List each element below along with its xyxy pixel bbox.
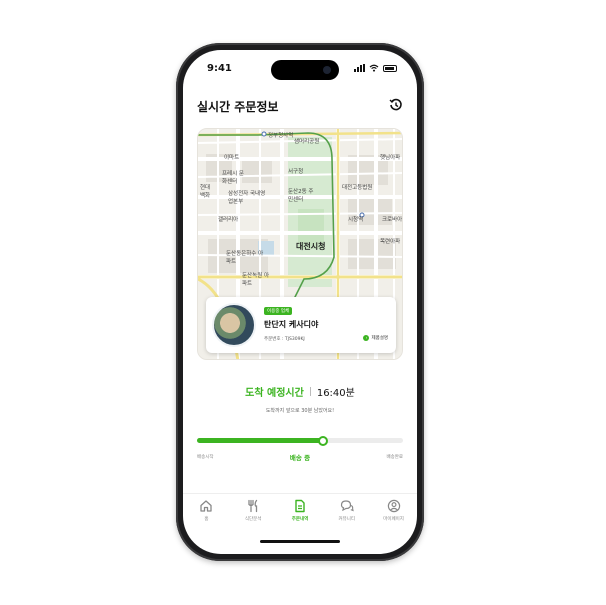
status-time: 9:41 bbox=[207, 63, 232, 74]
tab-my-page[interactable]: 마이페이지 bbox=[370, 494, 417, 533]
status-icons bbox=[354, 64, 397, 72]
fork-knife-icon bbox=[248, 499, 258, 513]
map-label: 삼성전자 국내영업본부 bbox=[228, 191, 266, 205]
tab-label: 식단분석 bbox=[244, 517, 262, 522]
page-header: 실시간 주문정보 bbox=[183, 94, 417, 118]
user-icon bbox=[387, 499, 400, 513]
map-label: 서구청 bbox=[288, 169, 304, 175]
phone-frame: 9:41 실시간 주문정보 정부청사역 이마트 프레시 문화센터 삼성전자 국내… bbox=[176, 43, 424, 561]
map-label: 둔산2동 주민센터 bbox=[288, 189, 314, 203]
dynamic-island bbox=[271, 60, 339, 80]
tab-diet-analysis[interactable]: 식단분석 bbox=[230, 494, 277, 533]
map-label: 갤러리아 bbox=[218, 217, 239, 223]
map-label: 대전시청 bbox=[296, 242, 326, 251]
tab-label: 주문내역 bbox=[291, 517, 309, 522]
signal-icon bbox=[354, 64, 365, 72]
eta-time: 16:40분 bbox=[316, 388, 355, 399]
eta-section: 도착 예정시간 16:40분 도착까지 앞으로 30분 남았어요! bbox=[183, 384, 417, 414]
battery-icon bbox=[383, 64, 397, 72]
map-label: 시청역 bbox=[348, 217, 364, 223]
map-label: 대전고등법원 bbox=[342, 185, 373, 191]
step-start: 배송시작 bbox=[197, 455, 214, 460]
order-card[interactable]: 이용중 업체 탄단지 케사디야 주문번호 : TJS309KJ › 제품설명 bbox=[206, 297, 396, 353]
map-label: 프레시 문화센터 bbox=[222, 171, 244, 185]
order-number: 주문번호 : TJS309KJ bbox=[264, 337, 305, 342]
app-screen: 9:41 실시간 주문정보 정부청사역 이마트 프레시 문화센터 삼성전자 국내… bbox=[183, 50, 417, 554]
progress-knob bbox=[317, 436, 328, 446]
home-icon bbox=[200, 500, 213, 512]
divider bbox=[309, 387, 311, 396]
bottom-tab-bar: 홈 식단분석 주문내역 커뮤니티 마이페이지 bbox=[183, 493, 417, 533]
eta-label: 도착 예정시간 bbox=[245, 388, 304, 399]
progress-steps: 배송시작 배송 중 배송완료 bbox=[197, 452, 403, 464]
tab-label: 홈 bbox=[204, 517, 209, 522]
delivery-progress bbox=[197, 436, 403, 446]
map-label: 둔산동은하수 아파트 bbox=[226, 251, 264, 265]
delivery-map[interactable]: 정부청사역 이마트 프레시 문화센터 삼성전자 국내영업본부 갤러리아 현대 백… bbox=[197, 128, 403, 360]
document-icon bbox=[295, 499, 305, 513]
store-name: 탄단지 케사디야 bbox=[264, 320, 319, 329]
store-thumbnail bbox=[212, 303, 256, 347]
step-complete: 배송완료 bbox=[386, 455, 403, 460]
home-indicator bbox=[260, 540, 340, 543]
wifi-icon bbox=[369, 64, 379, 72]
map-label: 샘머리공원 bbox=[294, 139, 320, 145]
progress-fill bbox=[197, 438, 323, 443]
product-detail-label: 제품설명 bbox=[371, 336, 388, 341]
map-label: 현대 백화 bbox=[200, 185, 211, 199]
tab-order-history[interactable]: 주문내역 bbox=[277, 494, 324, 533]
history-icon[interactable] bbox=[389, 98, 403, 112]
map-label: 햇님아파 bbox=[380, 155, 401, 161]
tab-label: 커뮤니티 bbox=[338, 517, 356, 522]
status-badge: 이용중 업체 bbox=[264, 307, 293, 315]
tab-label: 마이페이지 bbox=[383, 517, 404, 522]
chevron-right-icon: › bbox=[363, 335, 370, 341]
map-label: 크로바아 bbox=[382, 217, 403, 223]
step-current: 배송 중 bbox=[289, 454, 311, 462]
map-label: 목련아파 bbox=[380, 239, 401, 245]
product-detail-link[interactable]: › 제품설명 bbox=[363, 335, 388, 341]
tab-community[interactable]: 커뮤니티 bbox=[323, 494, 370, 533]
tab-home[interactable]: 홈 bbox=[183, 494, 230, 533]
page-title: 실시간 주문정보 bbox=[197, 100, 279, 114]
map-label: 이마트 bbox=[224, 155, 240, 161]
map-label: 둔산녹원 아파트 bbox=[242, 273, 270, 287]
map-label: 정부청사역 bbox=[268, 133, 294, 139]
chat-icon bbox=[340, 500, 354, 512]
eta-remaining: 도착까지 앞으로 30분 남았어요! bbox=[265, 408, 335, 414]
